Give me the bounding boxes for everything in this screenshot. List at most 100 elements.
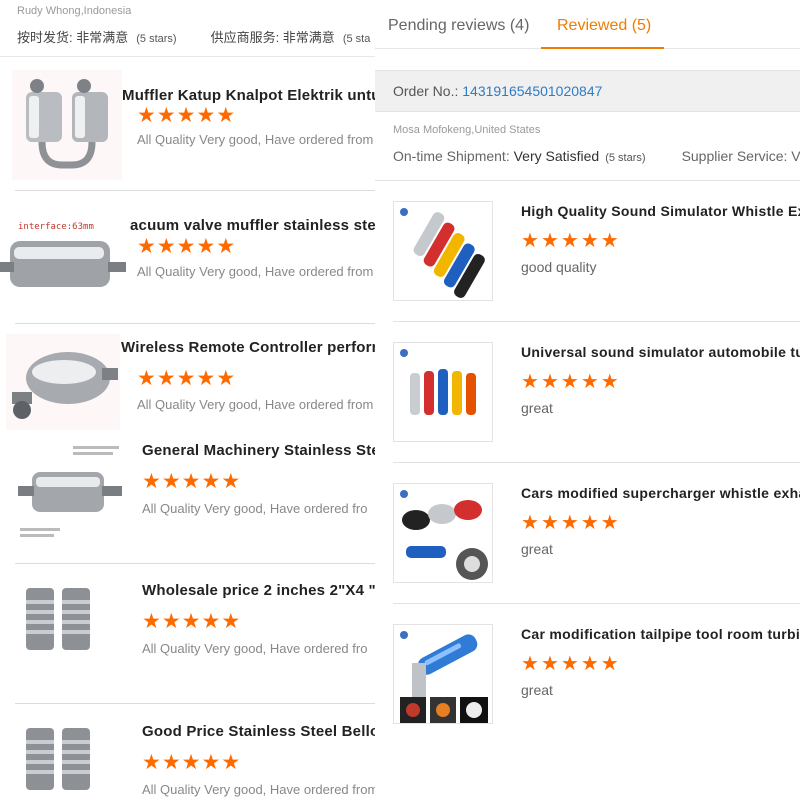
star-icon: ★ [201,609,221,633]
tab-reviewed[interactable]: Reviewed (5) [557,17,651,35]
left-ontime-stars: (5 stars) [136,33,177,45]
star-icon: ★ [600,651,619,675]
tab-pending-reviews[interactable]: Pending reviews (4) [388,17,529,35]
rating-stars: ★★★★★ [521,371,621,393]
order-number-line: Order No.: 143191654501020847 [393,83,602,99]
star-icon: ★ [216,103,236,127]
star-icon: ★ [176,366,196,390]
divider [393,462,800,463]
review-comment: great [521,682,553,698]
product-image[interactable] [393,483,493,583]
divider [15,190,375,191]
star-icon: ★ [181,750,201,774]
star-icon: ★ [216,234,236,258]
rating-stars: ★★★★★ [521,653,621,675]
left-review-item: Wholesale price 2 inches 2"X4 " d ★★★★★ … [0,566,375,702]
divider [393,321,800,322]
review-item: Universal sound simulator automobile tu … [393,342,800,442]
star-icon: ★ [137,366,156,390]
order-number-link[interactable]: 143191654501020847 [462,83,602,99]
left-review-item: Muffler Katup Knalpot Elektrik untuk ★★★… [0,62,375,190]
muffler-product-image[interactable] [12,70,122,180]
left-item-title[interactable]: Muffler Katup Knalpot Elektrik untuk [122,87,375,104]
left-item-title[interactable]: Wholesale price 2 inches 2"X4 " d [142,582,375,599]
review-comment: great [521,541,553,557]
order-bar: Order No.: 143191654501020847 [375,70,800,112]
active-tab-indicator [541,47,664,49]
rating-stars: ★★★★★ [142,752,241,774]
review-tabs: Pending reviews (4) Reviewed (5) [375,0,800,49]
star-icon: ★ [156,234,176,258]
star-icon: ★ [201,469,221,493]
left-buyer-name: Rudy Whong,Indonesia [17,5,132,17]
star-icon: ★ [142,609,161,633]
tailpipe-tool-picture [394,625,492,723]
star-icon: ★ [560,651,579,675]
rating-stars: ★★★★★ [142,471,241,493]
vacuum-valve-muffler-image[interactable]: interface:63mm [0,207,126,307]
star-icon: ★ [176,103,196,127]
review-item: High Quality Sound Simulator Whistle Ex … [393,201,800,301]
left-review-item: General Machinery Stainless Stee ★★★★★ A… [0,432,375,562]
star-icon: ★ [156,103,176,127]
review-item: Car modification tailpipe tool room turb… [393,624,800,724]
left-item-title[interactable]: Good Price Stainless Steel Bellow [142,723,375,740]
star-icon: ★ [137,234,156,258]
star-icon: ★ [600,369,619,393]
left-item-comment: All Quality Very good, Have ordered from… [137,264,375,279]
star-icon: ★ [196,234,216,258]
star-icon: ★ [540,510,559,534]
divider [375,180,800,181]
review-item-title[interactable]: Universal sound simulator automobile tu [521,344,800,360]
star-icon: ★ [221,609,241,633]
product-image[interactable] [393,201,493,301]
image-interface-text: interface:63mm [18,222,94,232]
left-review-header: Rudy Whong,Indonesia 按时发货: 非常满意 (5 stars)… [0,0,375,56]
product-image[interactable] [393,342,493,442]
star-icon: ★ [181,469,201,493]
review-comment: good quality [521,259,597,275]
machinery-muffler-image[interactable] [18,442,124,546]
review-item-title[interactable]: Cars modified supercharger whistle exha [521,485,800,501]
left-ontime-label: 按时发货: 非常满意 [17,30,129,45]
supplier-service-label: Supplier Service: V [681,148,800,164]
star-icon: ★ [196,103,216,127]
bellow-pipe-image[interactable] [20,720,100,800]
star-icon: ★ [176,234,196,258]
star-icon: ★ [580,651,599,675]
left-item-title[interactable]: acuum valve muffler stainless steel c [130,217,375,234]
star-icon: ★ [521,651,539,675]
ontime-label: On-time Shipment: [393,148,510,164]
left-service-stars: (5 sta [342,33,371,45]
left-item-comment: All Quality Very good, Have ordered from… [137,132,375,147]
bellow-pipe-image[interactable] [20,580,100,660]
star-icon: ★ [521,369,539,393]
review-item-title[interactable]: High Quality Sound Simulator Whistle Ex [521,203,800,219]
star-icon: ★ [196,366,216,390]
left-item-title[interactable]: General Machinery Stainless Stee [142,442,375,459]
divider [0,56,375,57]
left-ratings-line: 按时发货: 非常满意 (5 stars) 供应商服务: 非常满意 (5 sta [17,27,370,46]
order-label: Order No.: [393,83,459,99]
star-icon: ★ [161,609,181,633]
star-icon: ★ [142,469,161,493]
ontime-value: Very Satisfied [513,148,600,164]
remote-muffler-image[interactable] [6,334,120,430]
star-icon: ★ [521,510,539,534]
left-review-item: Wireless Remote Controller performa ★★★★… [0,326,375,430]
star-icon: ★ [221,469,241,493]
rating-stars: ★★★★★ [521,512,621,534]
divider [393,603,800,604]
rating-stars: ★★★★★ [137,368,236,390]
star-icon: ★ [540,369,559,393]
left-item-title[interactable]: Wireless Remote Controller performa [121,339,375,356]
star-icon: ★ [600,228,619,252]
product-image[interactable] [393,624,493,724]
review-item-title[interactable]: Car modification tailpipe tool room turb… [521,626,800,642]
star-icon: ★ [560,228,579,252]
star-icon: ★ [600,510,619,534]
star-icon: ★ [221,750,241,774]
ontime-stars: (5 stars) [605,152,646,164]
supercharger-whistle-picture [394,484,492,582]
star-icon: ★ [580,369,599,393]
